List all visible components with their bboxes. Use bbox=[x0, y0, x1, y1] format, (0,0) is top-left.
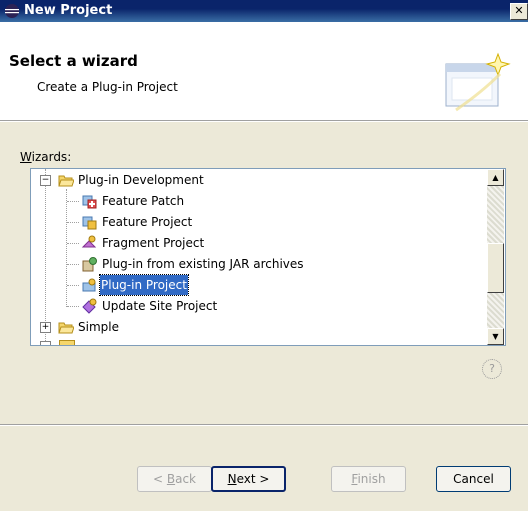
page-description: Create a Plug-in Project bbox=[37, 80, 178, 94]
fragment-project-icon bbox=[81, 235, 97, 248]
tree-item-label: Plug-in Project bbox=[99, 274, 189, 296]
wizard-banner-icon bbox=[445, 52, 511, 112]
wizard-tree[interactable]: − Plug-in Development Feature Patch Feat… bbox=[30, 168, 506, 346]
tree-item-label: Plug-in Development bbox=[78, 173, 204, 187]
plugin-project-icon bbox=[82, 278, 96, 292]
tree-item-label: Feature Patch bbox=[102, 194, 185, 208]
back-button[interactable]: < Back bbox=[137, 466, 212, 492]
folder-open-icon bbox=[58, 175, 74, 187]
button-separator-highlight bbox=[0, 425, 528, 426]
folder-icon bbox=[59, 340, 75, 345]
finish-button[interactable]: Finish bbox=[331, 466, 406, 492]
window-title: New Project bbox=[24, 3, 113, 18]
scroll-up-button[interactable]: ▲ bbox=[487, 169, 504, 186]
feature-project-icon bbox=[82, 216, 97, 230]
tree-item-label: Plug-in from existing JAR archives bbox=[102, 257, 304, 271]
next-button[interactable]: Next > bbox=[211, 466, 286, 492]
tree-item-label: Feature Project bbox=[102, 215, 193, 229]
collapse-toggle[interactable]: − bbox=[40, 175, 51, 186]
title-bar: New Project ✕ bbox=[0, 0, 528, 22]
banner-divider bbox=[0, 121, 528, 122]
scroll-thumb[interactable] bbox=[487, 243, 504, 293]
tree-item-feature-project[interactable]: Feature Project bbox=[31, 212, 481, 232]
tree-item-feature-patch[interactable]: Feature Patch bbox=[31, 191, 481, 211]
page-title: Select a wizard bbox=[9, 52, 138, 70]
feature-patch-icon bbox=[82, 195, 97, 209]
tree-item-plugin-from-jar[interactable]: Plug-in from existing JAR archives bbox=[31, 254, 481, 274]
tree-item-plugin-project[interactable]: Plug-in Project bbox=[31, 274, 481, 296]
wizard-banner: Select a wizard Create a Plug-in Project bbox=[0, 22, 528, 121]
wizards-label: Wizards: bbox=[20, 150, 72, 164]
eclipse-icon bbox=[5, 4, 19, 18]
tree-item-label: Simple bbox=[78, 320, 119, 334]
scroll-down-button[interactable]: ▼ bbox=[487, 328, 504, 345]
tree-item-fragment-project[interactable]: Fragment Project bbox=[31, 233, 481, 253]
close-button[interactable]: ✕ bbox=[510, 3, 528, 20]
tree-item-plugin-development[interactable]: − Plug-in Development bbox=[31, 170, 481, 190]
tree-item-update-site[interactable]: Update Site Project bbox=[31, 296, 481, 316]
folder-icon bbox=[58, 322, 74, 334]
help-icon[interactable]: ? bbox=[482, 359, 502, 379]
jar-plugin-icon bbox=[82, 257, 97, 272]
tree-item-label: Fragment Project bbox=[102, 236, 205, 250]
cancel-button[interactable]: Cancel bbox=[436, 466, 511, 492]
expand-toggle[interactable]: + bbox=[40, 322, 51, 333]
tree-item-label: Update Site Project bbox=[102, 299, 218, 313]
expand-toggle[interactable] bbox=[40, 341, 51, 345]
update-site-icon bbox=[82, 298, 97, 314]
tree-item-simple[interactable]: + Simple bbox=[31, 317, 481, 337]
